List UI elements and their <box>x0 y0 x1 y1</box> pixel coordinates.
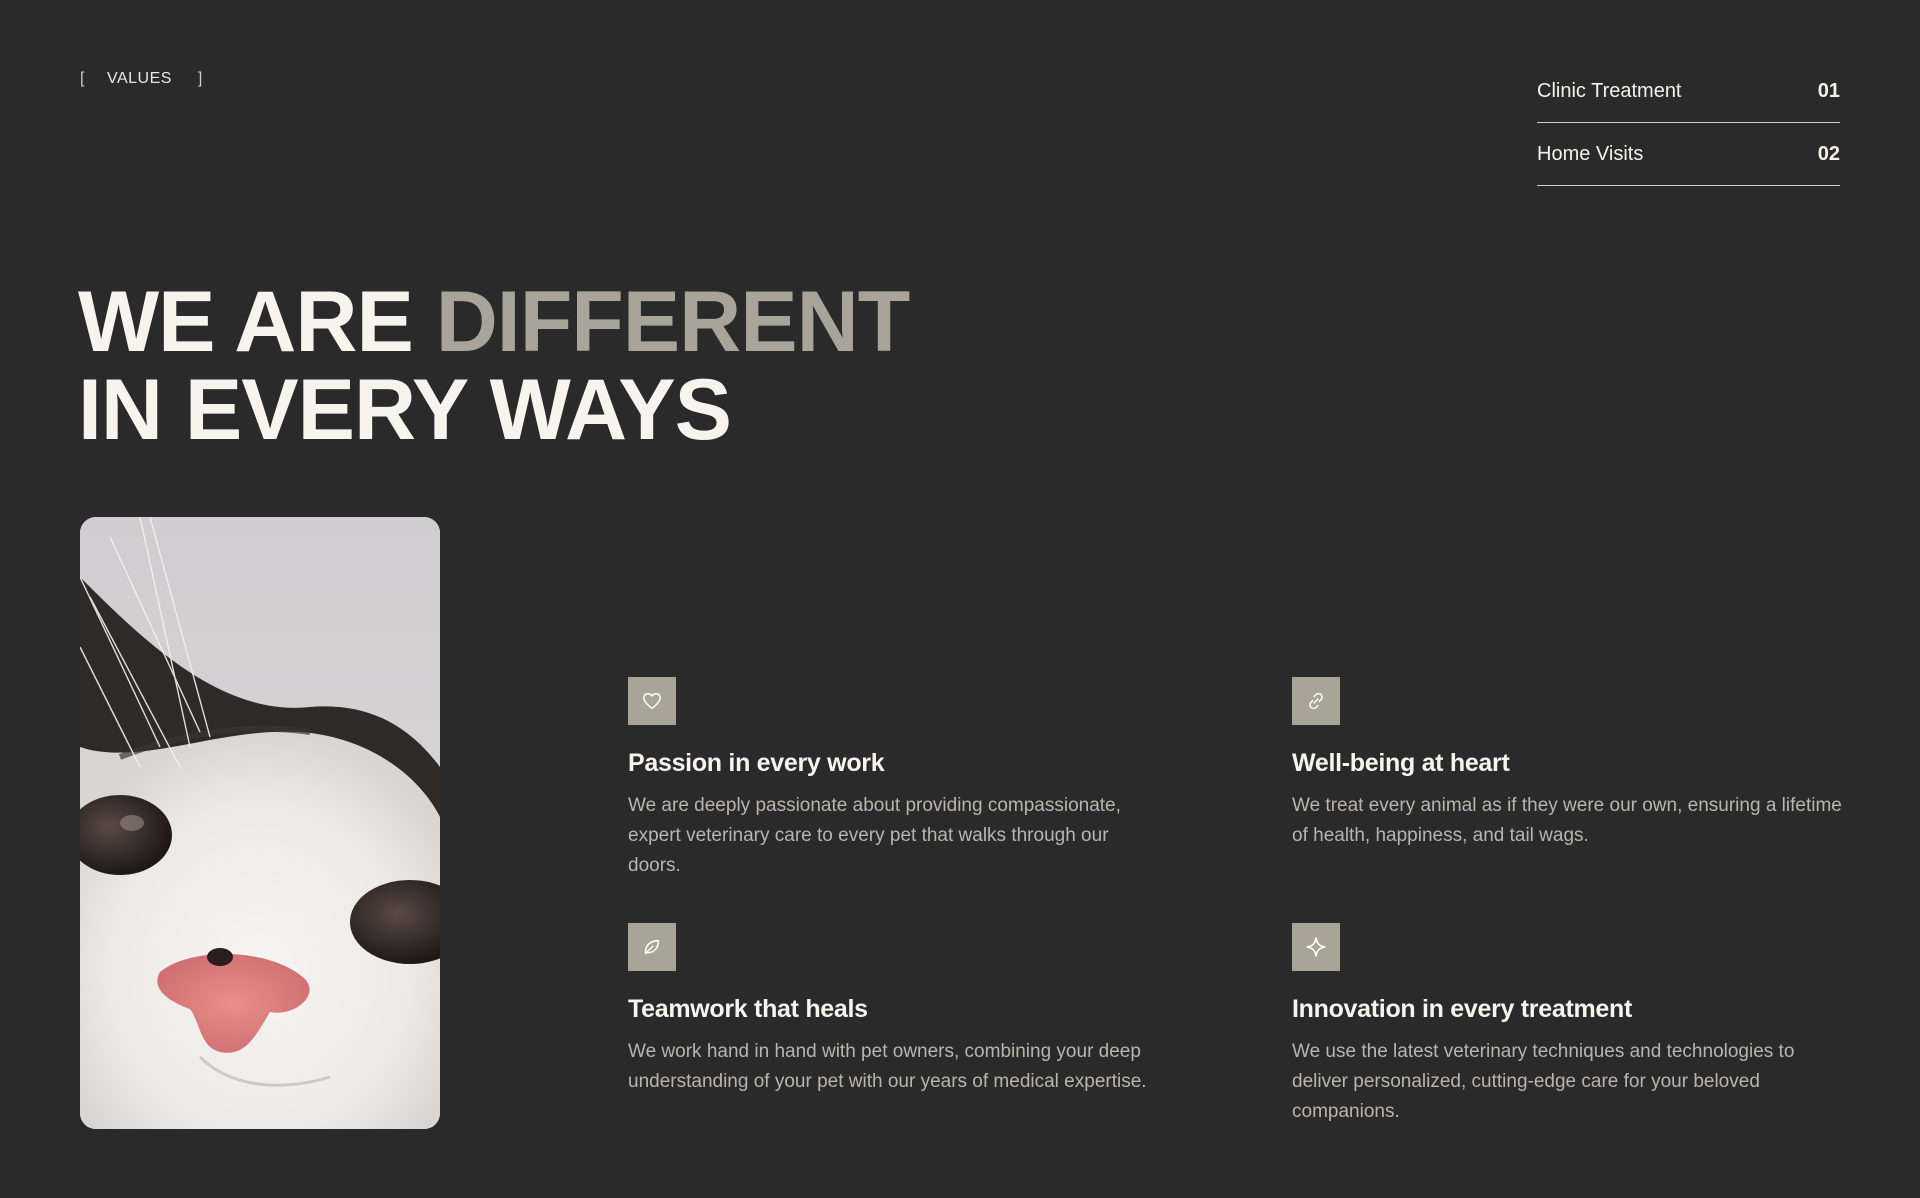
service-number: 01 <box>1817 79 1840 102</box>
leaf-icon <box>628 923 676 971</box>
feature-description: We use the latest veterinary techniques … <box>1292 1041 1795 1122</box>
section-tag-label: VALUES <box>106 70 172 87</box>
section-tag: [ VALUES ] <box>80 70 203 88</box>
feature-description: We work hand in hand with pet owners, co… <box>628 1041 1147 1092</box>
service-label: Clinic Treatment <box>1537 79 1682 102</box>
service-item-home-visits[interactable]: Home Visits 02 <box>1537 123 1840 186</box>
feature-teamwork: Teamwork that heals We work hand in hand… <box>628 923 1188 1097</box>
bracket-close: ] <box>197 70 203 87</box>
feature-description: We treat every animal as if they were ou… <box>1292 795 1842 846</box>
service-label: Home Visits <box>1537 142 1644 165</box>
bracket-open: [ <box>80 70 85 87</box>
page-headline: WE ARE DIFFERENT IN EVERY WAYS <box>78 278 910 454</box>
link-icon <box>1292 677 1340 725</box>
headline-line2: IN EVERY WAYS <box>78 362 732 458</box>
headline-main: WE ARE <box>78 274 436 370</box>
feature-title: Innovation in every treatment <box>1292 995 1632 1023</box>
service-item-clinic-treatment[interactable]: Clinic Treatment 01 <box>1537 60 1840 123</box>
cat-photo <box>80 517 440 1129</box>
feature-description: We are deeply passionate about providing… <box>628 795 1121 876</box>
service-number: 02 <box>1817 142 1840 165</box>
feature-title: Teamwork that heals <box>628 995 868 1023</box>
sparkle-icon <box>1292 923 1340 971</box>
heart-icon <box>628 677 676 725</box>
feature-wellbeing: Well-being at heart We treat every anima… <box>1292 677 1852 851</box>
feature-title: Passion in every work <box>628 749 885 777</box>
feature-innovation: Innovation in every treatment We use the… <box>1292 923 1852 1127</box>
feature-passion: Passion in every work We are deeply pass… <box>628 677 1128 881</box>
services-list: Clinic Treatment 01 Home Visits 02 <box>1537 60 1840 186</box>
headline-accent: DIFFERENT <box>435 274 911 370</box>
feature-title: Well-being at heart <box>1292 749 1510 777</box>
